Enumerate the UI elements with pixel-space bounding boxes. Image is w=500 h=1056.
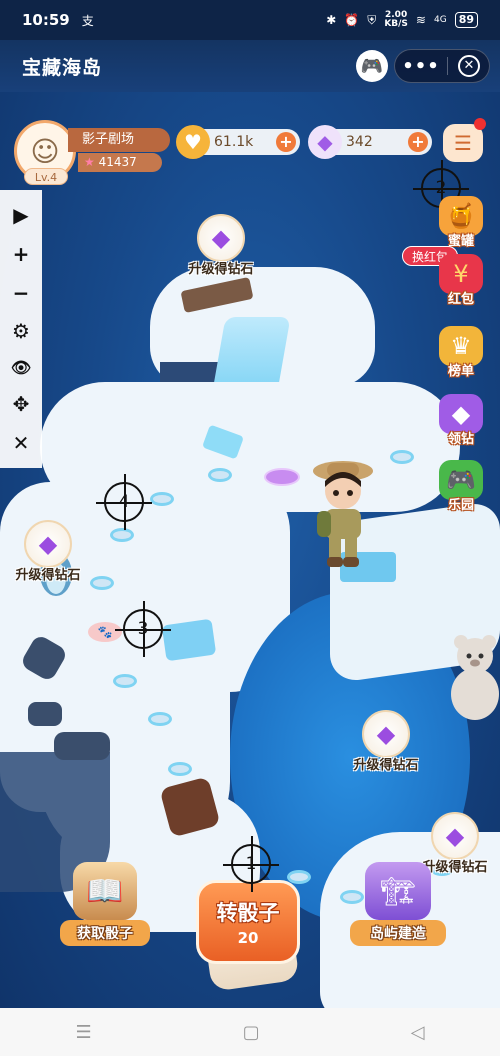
crosshair-marker-4: 4 xyxy=(96,474,152,530)
app-header: 宝藏海岛 🎮 ••• ✕ xyxy=(0,40,500,92)
path-tile[interactable] xyxy=(148,712,172,726)
settings-icon[interactable]: ⚙ xyxy=(6,319,36,343)
alarm-icon: ⏰ xyxy=(344,13,360,27)
upgrade-diamond-bubble[interactable]: ◆ 升级得钻石 xyxy=(3,520,93,583)
star-icon: ★ xyxy=(84,155,95,169)
diamonds-counter: ◆ 342 + xyxy=(308,125,432,159)
zoom-in-icon[interactable]: + xyxy=(6,242,36,266)
diamond-icon: ◆ xyxy=(362,710,410,758)
player-score: ★ 41437 xyxy=(78,153,162,172)
gem-tile[interactable] xyxy=(264,468,300,486)
side-item-red-envelope[interactable]: ¥ 红包 xyxy=(432,254,490,307)
game-map[interactable]: 🐾 ◆ 升级得钻石 ◆ 升级得钻石 ◆ 升级得钻石 ◆ 升级得钻石 转骰子 20… xyxy=(0,92,500,1008)
page-title: 宝藏海岛 xyxy=(22,56,103,79)
path-tile[interactable] xyxy=(208,468,232,482)
close-icon[interactable]: ✕ xyxy=(6,431,36,455)
rock xyxy=(54,732,110,760)
get-dice-button[interactable]: 📖 获取骰子 xyxy=(60,862,150,946)
dice-count: 20 xyxy=(237,929,259,947)
add-hearts-button[interactable]: + xyxy=(276,132,296,152)
side-item-honey-jar[interactable]: 🍯 蜜罐 xyxy=(432,196,490,249)
notification-dot xyxy=(474,118,486,130)
path-tile[interactable] xyxy=(110,528,134,542)
clock: 10:59 xyxy=(22,11,70,29)
status-icons: ✱ ⏰ ⛨ 2.00 KB/S ≋ 4G 89 xyxy=(326,11,478,29)
home-icon[interactable]: ▢ xyxy=(243,1022,260,1043)
status-bar: 10:59 支 ✱ ⏰ ⛨ 2.00 KB/S ≋ 4G 89 xyxy=(0,0,500,40)
path-tile[interactable] xyxy=(150,492,174,506)
diamond-icon: ◆ xyxy=(24,520,72,568)
shield-icon: ⛨ xyxy=(367,12,377,27)
bear-statue xyxy=(451,635,499,720)
hamburger-icon: ☰ xyxy=(454,131,472,155)
book-icon: 📖 xyxy=(73,862,137,920)
system-nav-bar: ☰ ▢ ◁ xyxy=(0,1008,500,1056)
path-tile[interactable] xyxy=(287,870,311,884)
side-item-claim-diamond[interactable]: ◆ 领钻 xyxy=(432,394,490,447)
path-tile[interactable] xyxy=(390,450,414,464)
roll-dice-button[interactable]: 转骰子 20 xyxy=(196,880,300,964)
mini-program-capsule: ••• ✕ xyxy=(394,49,490,83)
path-tile[interactable] xyxy=(113,674,137,688)
network-speed: 2.00 KB/S xyxy=(384,10,408,29)
crosshair-marker-1: 1 xyxy=(223,836,279,892)
back-icon[interactable]: ◁ xyxy=(411,1022,425,1043)
diamond-icon: ◆ xyxy=(308,125,342,159)
island-build-button[interactable]: 🏗 岛屿建造 xyxy=(350,862,446,946)
game-center-button[interactable]: 🎮 xyxy=(356,50,388,82)
zoom-out-icon[interactable]: − xyxy=(6,281,36,305)
rock xyxy=(28,702,62,726)
alipay-notification-icon: 支 xyxy=(81,13,94,28)
wifi-icon: ≋ xyxy=(415,13,426,27)
avatar-face-icon: ☺ xyxy=(30,134,60,168)
crosshair-marker-3: 3 xyxy=(115,601,171,657)
battery-indicator: 89 xyxy=(454,12,478,28)
diamond-icon: ◆ xyxy=(431,812,479,860)
player-name: 影子剧场 xyxy=(68,128,170,152)
signal-label: 4G xyxy=(433,15,447,25)
more-options-button[interactable]: ••• xyxy=(395,56,447,77)
cannon-icon: 🏗 xyxy=(365,862,431,920)
ice-crystal xyxy=(161,618,217,662)
path-tile[interactable] xyxy=(168,762,192,776)
upgrade-diamond-bubble[interactable]: ◆ 升级得钻石 xyxy=(341,710,431,773)
play-icon[interactable]: ▶ xyxy=(6,203,36,227)
side-item-park[interactable]: 🎮 乐园 xyxy=(432,460,490,513)
capsule-divider xyxy=(447,57,448,75)
hearts-counter: ♥ 61.1k + xyxy=(176,125,300,159)
level-badge: Lv.4 xyxy=(24,168,68,185)
menu-button[interactable]: ☰ xyxy=(443,124,483,162)
add-diamonds-button[interactable]: + xyxy=(408,132,428,152)
paw-tile[interactable]: 🐾 xyxy=(88,622,122,642)
move-icon[interactable]: ✥ xyxy=(6,392,36,416)
explorer-character xyxy=(313,461,373,567)
path-tile[interactable] xyxy=(90,576,114,590)
heart-icon: ♥ xyxy=(176,125,210,159)
floating-toolbar: ▶ + − ⚙ 👁 ✥ ✕ xyxy=(0,190,42,468)
hide-icon[interactable]: 👁 xyxy=(6,358,36,377)
gamepad-icon: 🎮 xyxy=(360,55,384,77)
side-item-leaderboard[interactable]: ♛ 榜单 xyxy=(432,326,490,379)
bluetooth-icon: ✱ xyxy=(326,13,337,27)
recent-apps-icon[interactable]: ☰ xyxy=(76,1022,92,1043)
close-button[interactable]: ✕ xyxy=(458,55,480,77)
diamond-icon: ◆ xyxy=(197,214,245,262)
upgrade-diamond-bubble[interactable]: ◆ 升级得钻石 xyxy=(176,214,266,277)
